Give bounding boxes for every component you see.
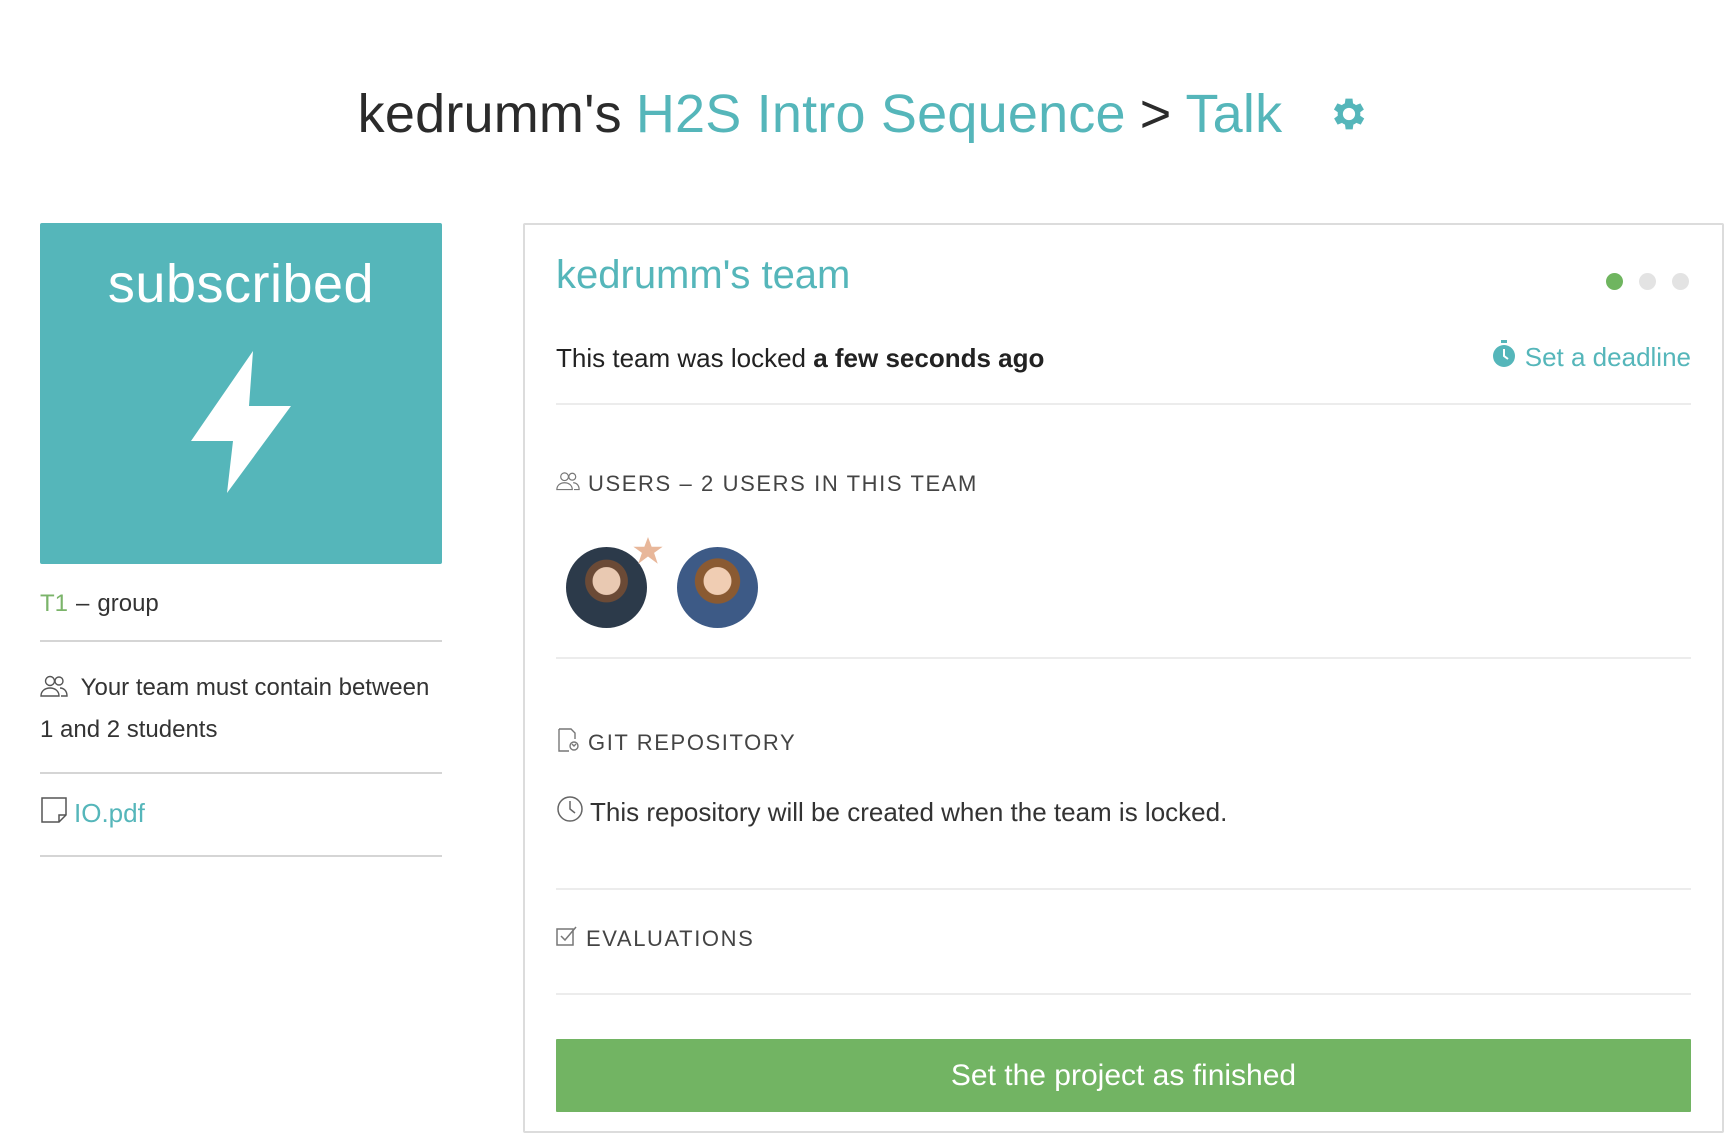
project-page: kedrumm's H2S Intro Sequence > Talk subs…: [0, 0, 1728, 1146]
lightning-bolt-icon: [191, 351, 291, 498]
users-icon: [556, 471, 580, 497]
document-icon: [40, 796, 68, 831]
project-link[interactable]: H2S Intro Sequence: [636, 82, 1126, 146]
step-dot-1: [1606, 273, 1623, 290]
git-section-title: GIT REPOSITORY: [556, 728, 796, 758]
owner-name: kedrumm's: [357, 84, 622, 144]
step-dot-2: [1639, 273, 1656, 290]
checkbox-icon: [556, 925, 578, 953]
attachment-link[interactable]: IO.pdf: [74, 798, 145, 829]
star-icon: [633, 537, 663, 570]
evaluations-section-title: EVALUATIONS: [556, 925, 754, 953]
activity-link[interactable]: Talk: [1185, 82, 1282, 146]
divider: [556, 888, 1691, 890]
page-title: kedrumm's H2S Intro Sequence > Talk: [0, 82, 1728, 146]
set-deadline-label: Set a deadline: [1524, 342, 1691, 372]
set-finished-button[interactable]: Set the project as finished: [556, 1039, 1691, 1112]
users-section-title: USERS – 2 USERS IN THIS TEAM: [556, 471, 978, 497]
attachment-row: IO.pdf: [40, 774, 442, 857]
group-dash: –: [76, 590, 90, 617]
users-icon: [40, 675, 75, 703]
divider: [556, 993, 1691, 995]
group-type: group: [97, 590, 159, 617]
team-name: kedrumm's team: [556, 253, 851, 297]
member-avatar[interactable]: [677, 547, 758, 628]
repository-icon: [556, 728, 580, 758]
subscription-card: subscribed: [40, 223, 442, 564]
step-indicator: [1606, 273, 1689, 290]
team-size-rule: Your team must contain between 1 and 2 s…: [40, 642, 442, 774]
subscription-status: subscribed: [107, 254, 375, 314]
stopwatch-icon: [1491, 340, 1517, 375]
group-code: T1: [40, 590, 69, 617]
git-title-text: GIT REPOSITORY: [588, 730, 797, 755]
lock-status-prefix: This team was locked: [556, 343, 806, 373]
leader-avatar[interactable]: [566, 537, 663, 628]
users-title-text: USERS – 2 USERS IN THIS TEAM: [588, 471, 978, 496]
team-panel: kedrumm's team This team was locked a fe…: [523, 223, 1724, 1133]
gear-icon[interactable]: [1328, 93, 1370, 135]
repository-note: This repository will be created when the…: [556, 795, 1227, 830]
set-deadline-link[interactable]: Set a deadline: [1491, 340, 1691, 375]
step-dot-3: [1672, 273, 1689, 290]
group-info: T1– group: [40, 564, 442, 642]
evaluations-title-text: EVALUATIONS: [586, 926, 755, 951]
lock-status: This team was locked a few seconds ago: [556, 343, 1044, 374]
lock-status-time: a few seconds ago: [813, 343, 1045, 373]
team-members: [566, 537, 758, 628]
divider: [556, 403, 1691, 405]
breadcrumb-separator: >: [1139, 84, 1172, 144]
clock-icon: [556, 795, 584, 830]
repository-note-text: This repository will be created when the…: [590, 797, 1228, 827]
team-size-text: Your team must contain between 1 and 2 s…: [40, 674, 430, 743]
project-summary: subscribed T1– group Your team must conta…: [40, 223, 442, 857]
divider: [556, 657, 1691, 659]
